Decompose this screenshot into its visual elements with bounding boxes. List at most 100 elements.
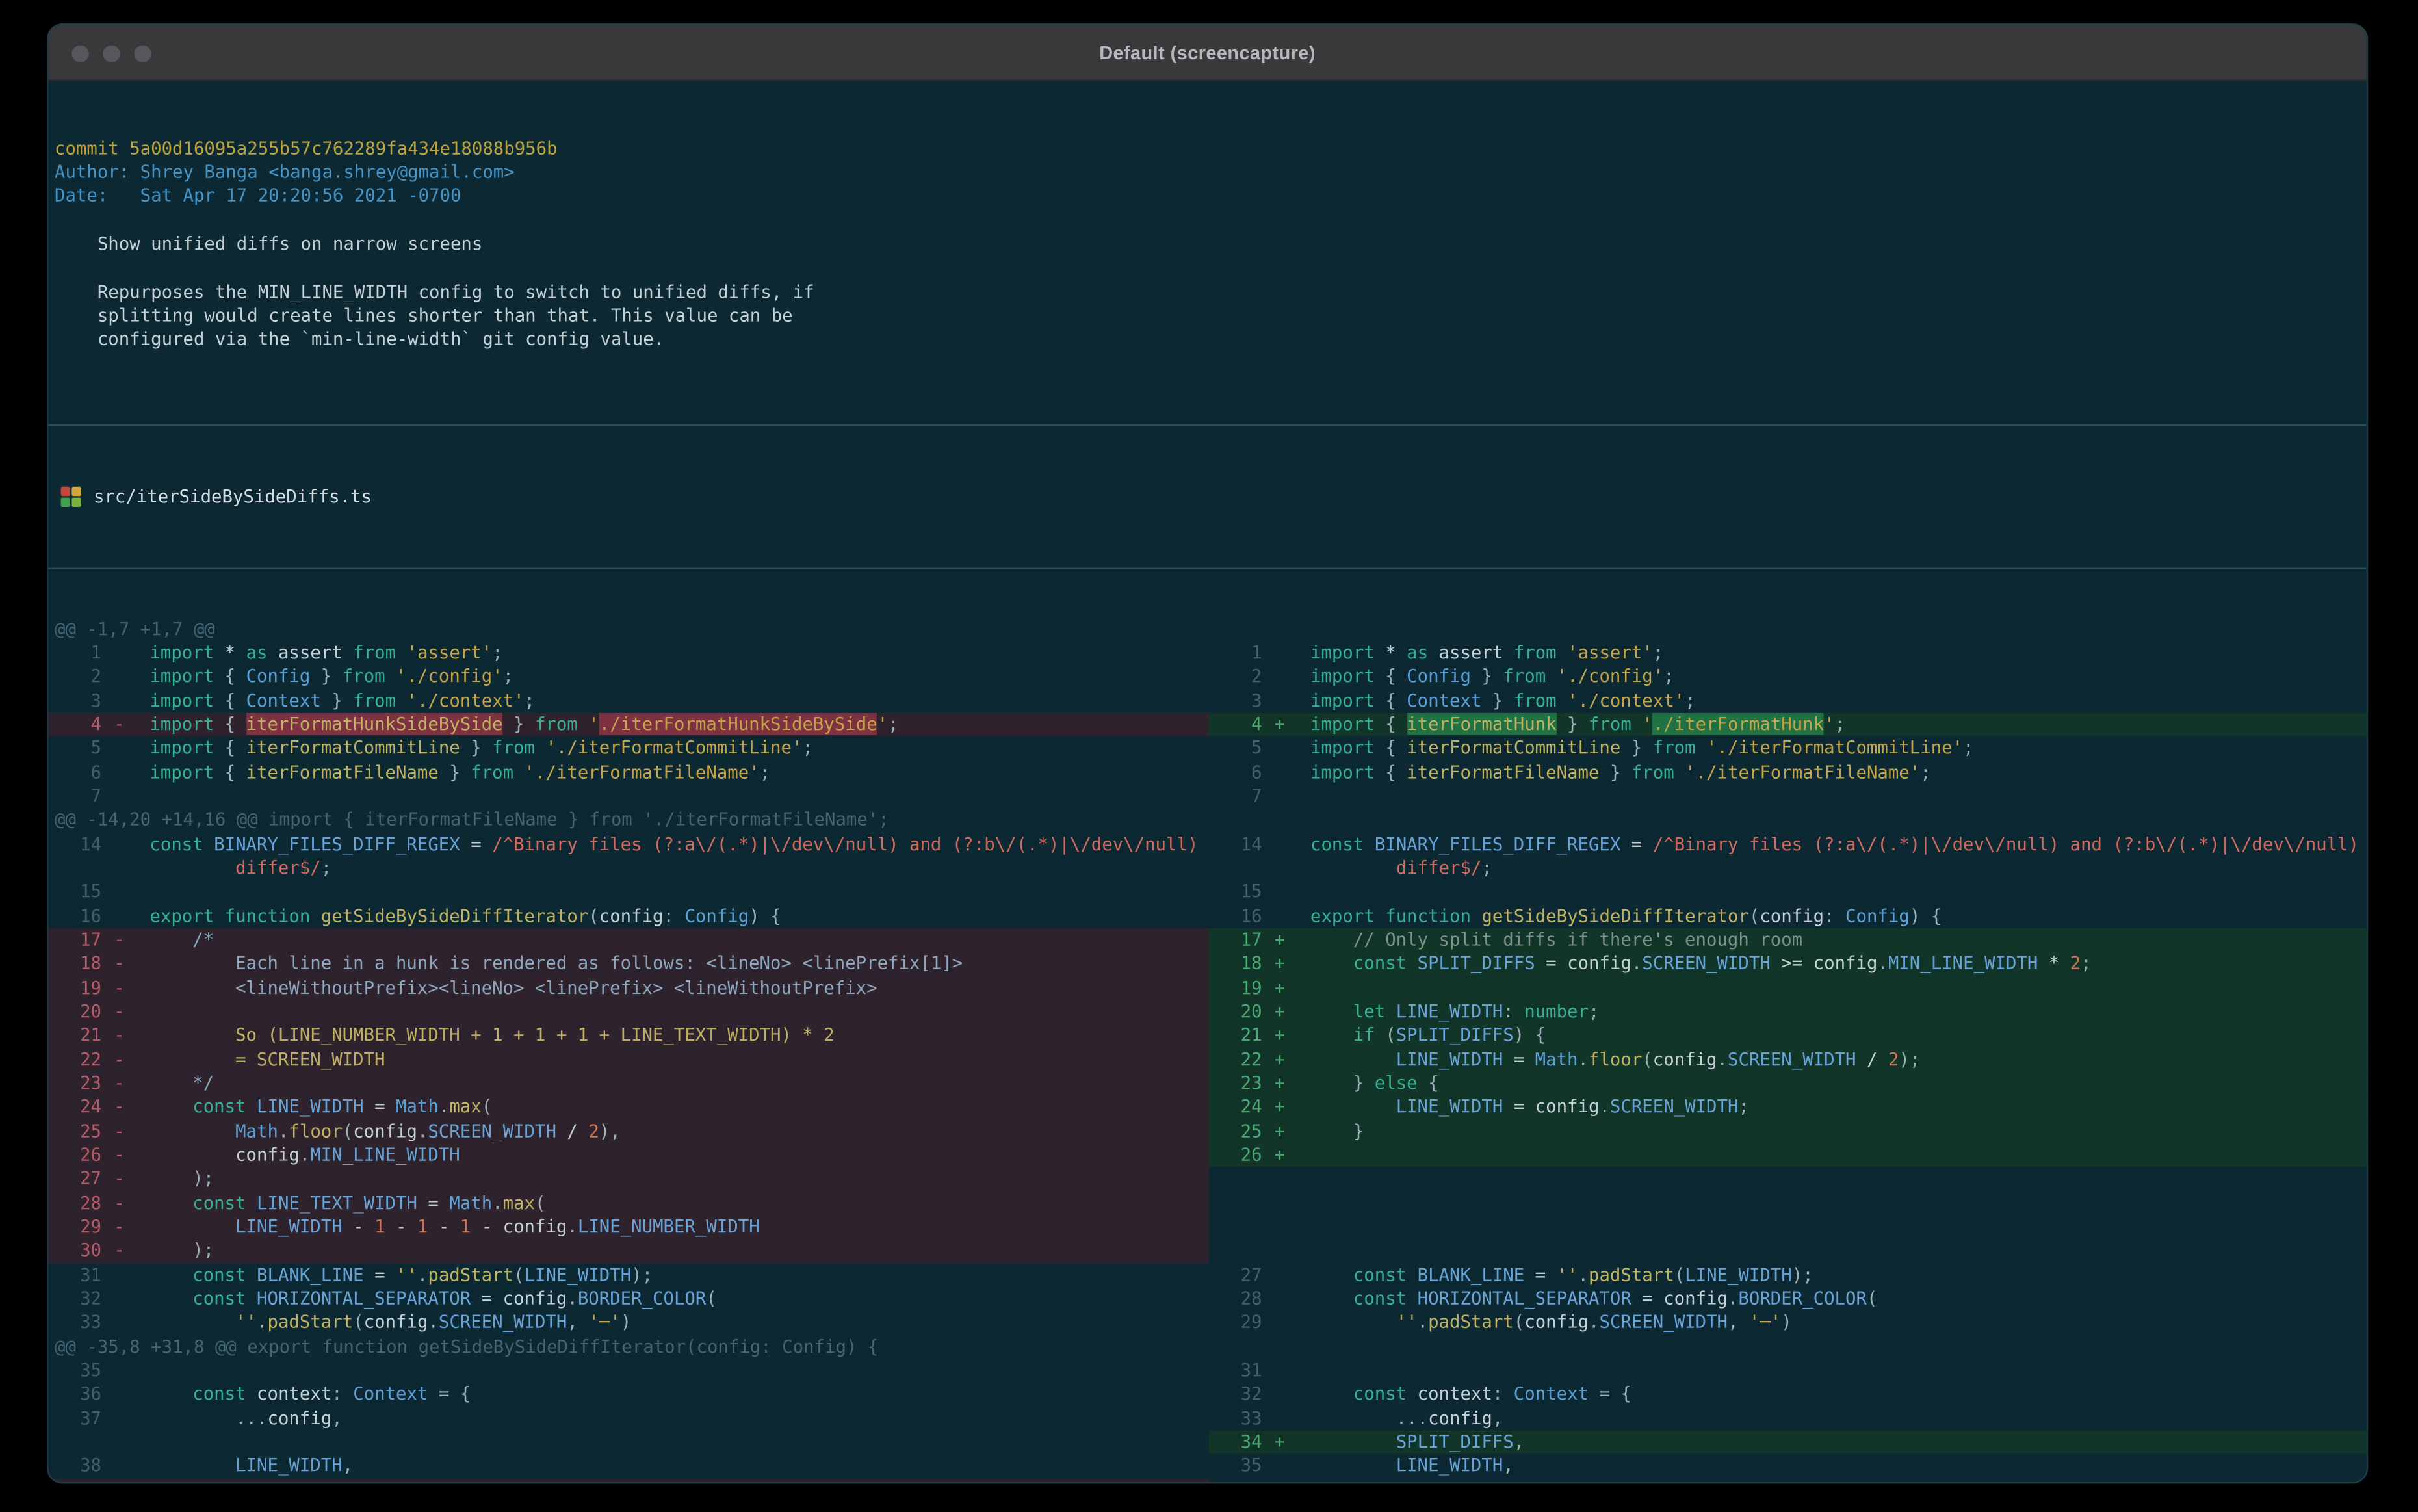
diff-cell-ctx: 28 const HORIZONTAL_SEPARATOR = config.B… (1209, 1286, 2367, 1311)
token: iterFormatCommitLine (1407, 736, 1621, 759)
token: - (342, 1215, 375, 1238)
token: . (567, 1215, 578, 1238)
line-number: 22 (80, 1047, 101, 1070)
line-number (48, 857, 101, 881)
token: from (353, 641, 396, 664)
token: export (150, 904, 214, 926)
code-line: So (LINE_NUMBER_WIDTH + 1 + 1 + 1 + LINE… (150, 1024, 835, 1048)
line-number (1209, 1239, 1262, 1263)
diff-row: 77 (48, 785, 2366, 809)
token: './config' (396, 665, 503, 687)
terminal-content[interactable]: commit 5a00d16095a255b57c762289fa434e180… (48, 81, 2367, 1483)
diff-row: 36 const context: Context = {32 const co… (48, 1383, 2366, 1407)
line-number: 39 (48, 1478, 101, 1482)
token: Context (353, 1382, 428, 1405)
line-number: 17 (1240, 928, 1262, 950)
line-number: 33 (1240, 1406, 1262, 1429)
code-line: import { Config } from './config'; (150, 665, 514, 689)
token: config (235, 1143, 300, 1166)
token: Math (449, 1191, 493, 1214)
line-number: 7 (1251, 785, 1262, 807)
diff-marker (1275, 1263, 1290, 1287)
token: getSideBySideDiffIterator (320, 904, 589, 926)
code-line: Math.floor(config.SCREEN_WIDTH / 2), (150, 1119, 621, 1143)
token: const (1353, 1382, 1407, 1405)
token: ' (1824, 712, 1835, 735)
diff-cell-ctx: differ$/; (48, 857, 1209, 881)
token: . (1599, 1095, 1610, 1118)
token: , (1513, 1430, 1525, 1453)
token: assert (267, 641, 354, 664)
diff-cell-ctx: 1 import * as assert from 'assert'; (48, 642, 1209, 666)
code-line: import { iterFormatCommitLine } from './… (150, 737, 813, 761)
token: './iterFormatCommitLine' (1706, 736, 1964, 759)
token: '' (396, 1262, 417, 1285)
token: { (214, 665, 246, 687)
token: from (471, 761, 514, 783)
commit-msg-line: Repurposes the MIN_LINE_WIDTH config to … (55, 280, 814, 302)
token: /^Binary files (?:a\/(.*)|\/dev\/null) a… (492, 832, 1199, 855)
diff-row: 2 import { Config } from './config'; 2 impo… (48, 665, 2366, 689)
diff-marker (1275, 665, 1290, 689)
code-line: Each line in a hunk is rendered as follo… (150, 952, 963, 976)
token: SPLIT_DIFFS (1417, 952, 1535, 974)
token: SCREEN_WIDTH (428, 1119, 556, 1141)
minimize-button[interactable] (103, 44, 120, 62)
zoom-button[interactable] (134, 44, 151, 62)
token: } (502, 712, 535, 735)
token: import (1310, 712, 1375, 735)
diff-marker: + (1274, 1119, 1286, 1141)
code-line: export function getSideBySideDiffIterato… (1310, 904, 1942, 928)
token: * (2038, 952, 2070, 974)
diff-marker: + (1274, 928, 1286, 950)
token: - (428, 1215, 460, 1238)
token: LINE_TEXT_WIDTH (235, 1478, 396, 1482)
token: BORDER_COLOR (1738, 1286, 1867, 1309)
diff-cell-fill (1209, 1192, 2367, 1216)
token: import (150, 689, 214, 711)
diff-cell-add: 23 + } else { (1209, 1071, 2367, 1096)
token: if (1353, 1024, 1375, 1046)
token: ; (1738, 1095, 1749, 1118)
line-number: 25 (80, 1119, 101, 1141)
window-title: Default (screencapture) (1099, 41, 1316, 64)
token: assert (1428, 641, 1514, 664)
token: 1 (417, 1215, 428, 1238)
diff-cell-del: 18- Each line in a hunk is rendered as f… (48, 952, 1210, 976)
token: LINE_WIDTH (257, 1095, 364, 1118)
token: config (1663, 1286, 1728, 1309)
line-number: 5 (1251, 736, 1262, 759)
token: 2 (2070, 952, 2081, 974)
token: ; (1663, 665, 1674, 687)
token: Context (1513, 1382, 1589, 1405)
diff-cell-fill (1209, 1478, 2367, 1482)
line-number: 35 (80, 1359, 101, 1381)
token: SPLIT_DIFFS (1396, 1430, 1514, 1453)
token: ; (1685, 689, 1696, 711)
file-icon-square (72, 486, 81, 496)
diff-row: 39 - LINE_TEXT_WIDTH, (48, 1478, 2366, 1483)
line-number: 29 (80, 1215, 101, 1238)
diff-cell-ctx: 27 const BLANK_LINE = ''.padStart(LINE_W… (1209, 1263, 2367, 1287)
diff-marker (1275, 857, 1290, 881)
diff-cell-del: 28- const LINE_TEXT_WIDTH = Math.max( (48, 1191, 1210, 1216)
code-line: ''.padStart(config.SCREEN_WIDTH, '─') (1310, 1311, 1792, 1335)
token: export (1310, 904, 1375, 926)
commit-msg-line (48, 352, 2366, 376)
token: ( (1374, 1024, 1396, 1046)
diff-marker (114, 1359, 129, 1383)
titlebar[interactable]: Default (screencapture) (48, 25, 2367, 81)
token: ( (1748, 904, 1760, 926)
token: , (332, 1406, 343, 1429)
close-button[interactable] (72, 44, 89, 62)
token: , (1492, 1406, 1503, 1429)
